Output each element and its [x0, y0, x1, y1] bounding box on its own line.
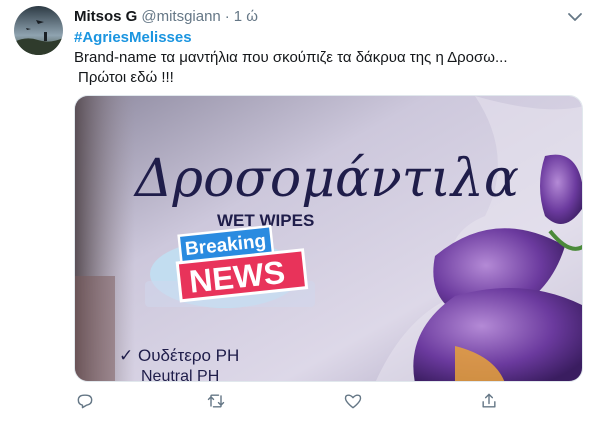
chevron-down-icon [568, 13, 582, 21]
separator-dot: · [224, 8, 230, 25]
like-button[interactable] [340, 388, 366, 414]
reply-icon [77, 394, 93, 409]
share-button[interactable] [476, 388, 502, 414]
feature-neutral-ph-english: Neutral PH [141, 368, 219, 382]
retweet-button[interactable] [203, 388, 229, 414]
tweet-card[interactable]: Mitsos G @mitsgiann · 1 ώ #AgriesMelisses B… [0, 0, 603, 425]
feature-neutral-ph-greek: ✓ Ουδέτερο PH [119, 346, 239, 365]
more-menu-button[interactable] [564, 6, 586, 28]
tweet-time[interactable]: 1 ώ [234, 8, 258, 25]
author-name[interactable]: Mitsos G [74, 8, 137, 25]
tweet-text-line-1: Brand-name τα μαντήλια που σκούπιζε τα δ… [74, 49, 508, 66]
avatar-image [14, 6, 63, 55]
tweet-header: Mitsos G @mitsgiann · 1 ώ [74, 8, 258, 26]
share-icon [482, 393, 496, 408]
brand-text: Δροσομάντιλα [133, 149, 519, 209]
tweet-actions [74, 388, 504, 414]
retweet-icon [207, 394, 225, 408]
avatar[interactable] [14, 6, 63, 55]
tweet-text: Brand-name τα μαντήλια που σκούπιζε τα δ… [74, 48, 574, 88]
tweet-text-line-2: Πρώτοι εδώ !!! [78, 69, 174, 86]
media-photo: Δροσομάντιλα WET WIPES Breaking NEWS ✓ Ο… [75, 96, 582, 382]
hashtag-link[interactable]: #AgriesMelisses [74, 28, 192, 47]
heart-icon [344, 394, 362, 409]
tweet-media-image[interactable]: Δροσομάντιλα WET WIPES Breaking NEWS ✓ Ο… [74, 95, 583, 382]
reply-button[interactable] [72, 388, 98, 414]
author-handle[interactable]: @mitsgiann [141, 8, 220, 25]
